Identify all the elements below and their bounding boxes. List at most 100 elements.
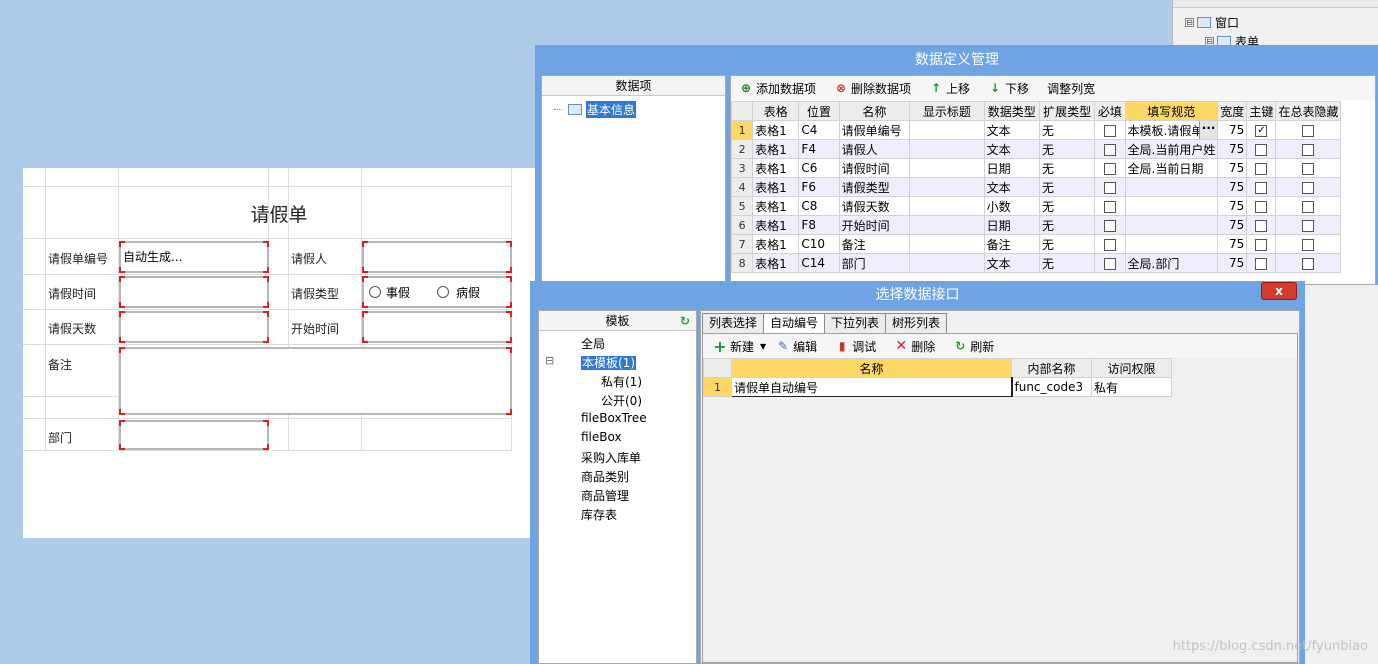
col-header[interactable]: 数据类型 [983,101,1040,121]
cell-fill-rule[interactable] [1124,215,1219,235]
cell-data-type[interactable]: 备注 [983,234,1040,254]
cell-fill-rule[interactable] [1124,196,1219,216]
col-header[interactable]: 主键 [1246,101,1277,121]
table-row[interactable]: 1 请假单自动编号 func_code3 私有 [703,377,1172,397]
template-item[interactable]: 商品管理 [581,487,629,504]
cell-required[interactable] [1094,120,1126,140]
cell-access[interactable]: 私有 [1091,377,1172,397]
cell-required[interactable] [1094,253,1126,273]
cell-internal-name[interactable]: func_code3 [1011,377,1092,397]
cell-required[interactable] [1094,196,1126,216]
cell-data-type[interactable]: 文本 [983,177,1040,197]
cell-display-title[interactable] [909,139,985,159]
cell-width[interactable]: 75 [1217,215,1248,235]
table-row[interactable]: 8 表格1 C14 部门 文本无 全局.部门 75 [730,253,1341,273]
refresh-icon[interactable]: ↻ [680,311,690,331]
cell-display-title[interactable] [909,196,985,216]
primary-key-checkbox[interactable] [1255,143,1268,156]
col-header-name[interactable]: 名称 [731,358,1012,378]
required-checkbox[interactable] [1103,200,1116,213]
table-row[interactable]: 4 表格1 F6 请假类型 文本无 75 [730,177,1341,197]
cell-position[interactable]: C10 [798,234,840,254]
hide-checkbox[interactable] [1302,238,1315,251]
cell-fill-rule[interactable] [1124,234,1219,254]
primary-key-checkbox[interactable] [1255,219,1268,232]
template-item[interactable]: 全局 [581,335,605,352]
hide-checkbox[interactable] [1302,181,1315,194]
cell-primary-key[interactable] [1246,196,1277,216]
move-up-button[interactable]: ↑ 上移 [929,80,970,97]
delete-button[interactable]: ✕ 删除 [894,338,935,355]
template-item[interactable]: ⊟ 本模板(1) [545,354,636,371]
cell-hide-in-summary[interactable] [1275,196,1341,216]
cell-fill-rule[interactable]: 全局.部门 [1124,253,1219,273]
cell-width[interactable]: 75 [1217,120,1248,140]
radio-sick-leave[interactable] [437,286,449,298]
cell-table[interactable]: 表格1 [752,177,800,197]
cell-required[interactable] [1094,177,1126,197]
cell-position[interactable]: F6 [798,177,840,197]
hide-checkbox[interactable] [1302,124,1315,137]
leave-days-field[interactable] [119,311,269,343]
cell-primary-key[interactable] [1246,158,1277,178]
hide-checkbox[interactable] [1302,257,1315,270]
cell-data-type[interactable]: 小数 [983,196,1040,216]
cell-ext-type[interactable]: 无 [1038,196,1096,216]
col-header-internal[interactable]: 内部名称 [1011,358,1092,378]
tab-tree-list[interactable]: 树形列表 [885,313,948,333]
radio-personal-leave[interactable] [369,286,381,298]
cell-name[interactable]: 请假天数 [838,196,911,216]
table-row[interactable]: 7 表格1 C10 备注 备注无 75 [730,234,1341,254]
cell-name[interactable]: 请假时间 [838,158,911,178]
cell-required[interactable] [1094,215,1126,235]
cell-position[interactable]: C6 [798,158,840,178]
hide-checkbox[interactable] [1302,162,1315,175]
cell-name[interactable]: 备注 [838,234,911,254]
cell-fill-rule[interactable]: 全局.当前用户姓 [1124,139,1219,159]
col-header[interactable]: 显示标题 [909,101,985,121]
cell-fill-rule[interactable]: 本模板.请假单 ··· [1124,120,1219,140]
tab-dropdown-list[interactable]: 下拉列表 [824,313,887,333]
table-row[interactable]: 5 表格1 C8 请假天数 小数无 75 [730,196,1341,216]
cell-ext-type[interactable]: 无 [1038,177,1096,197]
cell-primary-key[interactable] [1246,177,1277,197]
cell-display-title[interactable] [909,253,985,273]
new-button[interactable]: + 新建 [713,337,754,356]
template-item[interactable]: fileBox [581,430,622,444]
cell-name[interactable]: 请假单编号 [838,120,911,140]
template-item[interactable]: 公开(0) [601,392,642,409]
col-header[interactable]: 宽度 [1217,101,1248,121]
cell-width[interactable]: 75 [1217,234,1248,254]
department-field[interactable] [119,420,269,450]
cell-width[interactable]: 75 [1217,196,1248,216]
template-item[interactable]: 采购入库单 [581,449,641,466]
edit-button[interactable]: ✎ 编辑 [776,338,817,355]
cell-table[interactable]: 表格1 [752,234,800,254]
col-header[interactable]: 扩展类型 [1038,101,1096,121]
col-header-rule[interactable]: 填写规范 [1124,101,1219,121]
col-header[interactable]: 位置 [798,101,840,121]
cell-table[interactable]: 表格1 [752,215,800,235]
cell-display-title[interactable] [909,215,985,235]
delete-data-item-button[interactable]: ⊗ 删除数据项 [834,80,911,97]
primary-key-checkbox[interactable] [1255,200,1268,213]
cell-table[interactable]: 表格1 [752,196,800,216]
cell-width[interactable]: 75 [1217,177,1248,197]
ellipsis-button[interactable]: ··· [1199,121,1217,139]
move-down-button[interactable]: ↓ 下移 [988,80,1029,97]
primary-key-checkbox[interactable] [1255,162,1268,175]
tree-item-basic-info[interactable]: 基本信息 [554,101,637,118]
collapse-icon[interactable]: ⊟ [545,354,554,367]
cell-primary-key[interactable]: ✓ [1246,120,1277,140]
cell-position[interactable]: F8 [798,215,840,235]
cell-hide-in-summary[interactable] [1275,253,1341,273]
template-item[interactable]: fileBoxTree [581,411,647,425]
col-header[interactable]: 在总表隐藏 [1275,101,1341,121]
cell-required[interactable] [1094,158,1126,178]
table-row[interactable]: 2 表格1 F4 请假人 文本无 全局.当前用户姓 75 [730,139,1341,159]
cell-name[interactable]: 请假人 [838,139,911,159]
cell-width[interactable]: 75 [1217,139,1248,159]
start-time-field[interactable] [362,311,512,343]
primary-key-checkbox[interactable] [1255,181,1268,194]
cell-hide-in-summary[interactable] [1275,158,1341,178]
